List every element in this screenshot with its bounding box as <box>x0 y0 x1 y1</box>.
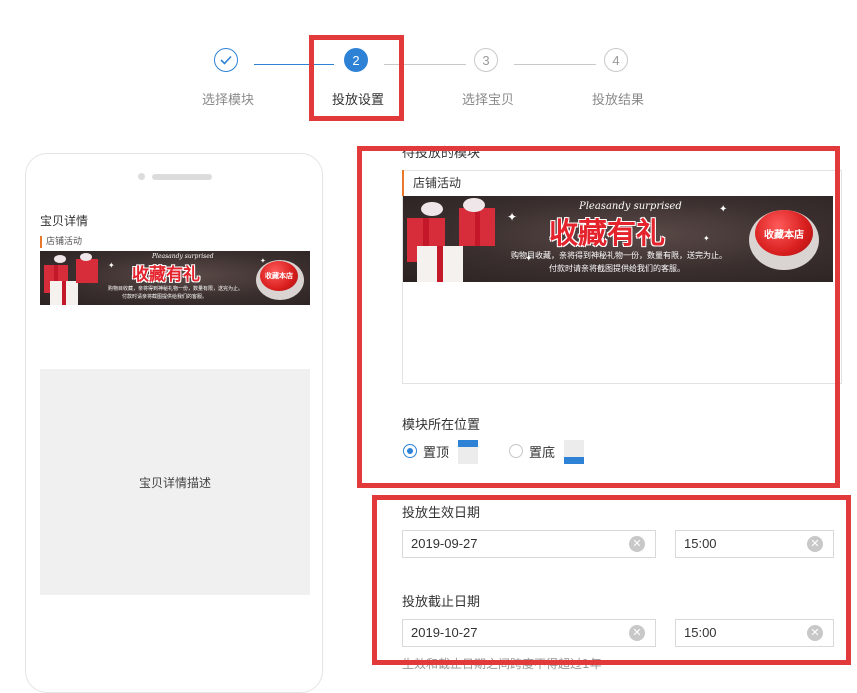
module-banner-favorite-button: 收藏本店 <box>755 210 813 256</box>
end-time-clear-icon[interactable]: ✕ <box>807 625 823 641</box>
start-date-label: 投放生效日期 <box>402 506 481 521</box>
module-banner-image: ✦ ✦ ✦ ✦ Pleasandy surprised 收藏有礼 购物目收藏，亲… <box>403 196 833 282</box>
start-date-clear-icon[interactable]: ✕ <box>629 536 645 552</box>
position-top-label[interactable]: 置顶 <box>423 442 449 461</box>
end-date-input[interactable]: 2019-10-27 <box>402 619 656 647</box>
position-label: 模块所在位置 <box>402 418 481 433</box>
position-bottom-radio[interactable] <box>509 444 523 458</box>
position-top-icon <box>458 440 478 464</box>
date-span-hint: 生效和截止日期之间跨度不得超过1年 <box>402 657 602 671</box>
step-connector-1 <box>254 64 334 65</box>
preview-banner-desc-1: 购物目收藏，亲将得到神秘礼物一份，数量有限，送完为止。 <box>108 286 244 292</box>
step-2-label[interactable]: 投放设置 <box>332 89 384 108</box>
position-top-radio[interactable] <box>403 444 417 458</box>
step-connector-3 <box>514 64 596 65</box>
start-date-input[interactable]: 2019-09-27 <box>402 530 656 558</box>
end-date-clear-icon[interactable]: ✕ <box>629 625 645 641</box>
phone-speaker <box>152 174 212 180</box>
module-to-place-label: 待投放的模块 <box>402 146 481 161</box>
step-1-check-icon[interactable] <box>214 48 238 72</box>
phone-preview: 宝贝详情 店铺活动 ✦ ✦ Pleasandy surprised 收藏有礼 购… <box>25 153 323 693</box>
preview-banner-favorite-button: 收藏本店 <box>260 261 298 291</box>
preview-banner-title: 收藏有礼 <box>132 265 200 285</box>
step-4-label[interactable]: 投放结果 <box>592 89 644 108</box>
end-date-label: 投放截止日期 <box>402 595 481 610</box>
step-3-indicator[interactable]: 3 <box>474 48 498 72</box>
panel-module-tag: 店铺活动 <box>402 170 461 196</box>
preview-banner-image: ✦ ✦ Pleasandy surprised 收藏有礼 购物目收藏，亲将得到神… <box>40 251 310 305</box>
step-4-indicator[interactable]: 4 <box>604 48 628 72</box>
preview-banner-desc-2: 付款时请亲将截图提供给我们的客服。 <box>122 294 208 300</box>
position-bottom-label[interactable]: 置底 <box>529 442 555 461</box>
module-banner-desc-1: 购物目收藏，亲将得到神秘礼物一份，数量有限，送完为止。 <box>511 251 727 260</box>
position-bottom-icon <box>564 440 584 464</box>
step-2-indicator[interactable]: 2 <box>344 48 368 72</box>
phone-camera-dot <box>138 173 145 180</box>
module-banner-desc-2: 付款时请亲将截图提供给我们的客服。 <box>549 264 685 273</box>
start-time-clear-icon[interactable]: ✕ <box>807 536 823 552</box>
preview-title: 宝贝详情 <box>40 214 89 228</box>
check-icon <box>220 55 232 65</box>
step-1-label[interactable]: 选择模块 <box>202 89 254 108</box>
module-banner-title: 收藏有礼 <box>549 216 666 250</box>
step-3-label[interactable]: 选择宝贝 <box>462 89 514 108</box>
preview-description-placeholder: 宝贝详情描述 <box>40 369 310 595</box>
preview-module-tag: 店铺活动 <box>40 236 82 248</box>
preview-banner-subtitle: Pleasandy surprised <box>152 253 214 260</box>
step-connector-2 <box>384 64 466 65</box>
